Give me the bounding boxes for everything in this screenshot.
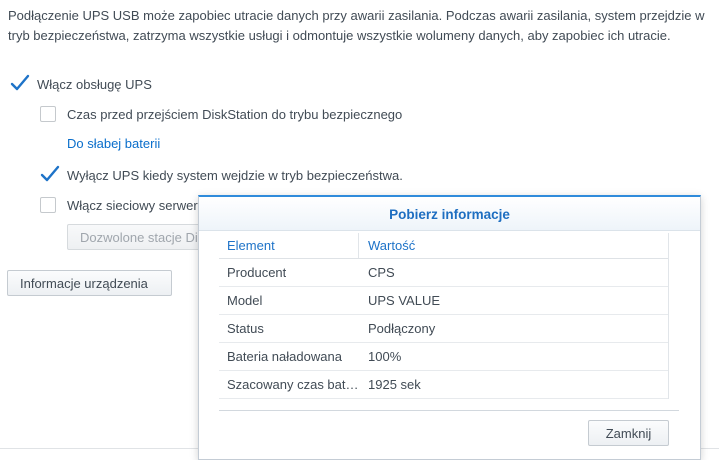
- column-header-element[interactable]: Element: [219, 233, 359, 258]
- row-value: Podłączony: [368, 321, 436, 336]
- shutdown-ups-checkbox[interactable]: [40, 165, 60, 183]
- time-before-safe-mode-option[interactable]: Czas przed przejściem DiskStation do try…: [40, 106, 402, 122]
- enable-ups-checkbox[interactable]: [10, 74, 30, 92]
- time-before-safe-mode-checkbox[interactable]: [40, 106, 56, 122]
- low-battery-link[interactable]: Do słabej baterii: [67, 136, 160, 151]
- dialog-title: Pobierz informacje: [199, 197, 700, 231]
- device-info-button[interactable]: Informacje urządzenia: [7, 270, 172, 296]
- row-value: 100%: [368, 349, 402, 364]
- ups-description: Podłączenie UPS USB może zapobiec utraci…: [8, 8, 705, 43]
- row-element: Bateria naładowana: [227, 349, 342, 364]
- checkmark-icon: [40, 165, 60, 182]
- table-row[interactable]: Bateria naładowana 100%: [219, 343, 668, 371]
- row-value: UPS VALUE: [368, 293, 441, 308]
- time-before-safe-mode-label: Czas przed przejściem DiskStation do try…: [67, 106, 403, 122]
- row-value: 1925 sek: [368, 377, 421, 392]
- table-row[interactable]: Producent CPS: [219, 259, 668, 287]
- row-element: Status: [227, 321, 264, 336]
- row-value: CPS: [368, 265, 395, 280]
- close-button[interactable]: Zamknij: [588, 420, 669, 446]
- row-element: Szacowany czas baterii: [227, 377, 359, 392]
- info-table: Element Wartość Producent CPS Model UPS …: [219, 233, 669, 399]
- get-info-dialog: Pobierz informacje Element Wartość Produ…: [198, 195, 701, 460]
- shutdown-ups-option[interactable]: Wyłącz UPS kiedy system wejdzie w tryb b…: [40, 165, 403, 183]
- table-row[interactable]: Szacowany czas baterii 1925 sek: [219, 371, 668, 399]
- table-row[interactable]: Model UPS VALUE: [219, 287, 668, 315]
- enable-ups-option[interactable]: Włącz obsługę UPS: [10, 74, 152, 92]
- dialog-footer-divider: [219, 410, 679, 411]
- table-row[interactable]: Status Podłączony: [219, 315, 668, 343]
- enable-ups-label: Włącz obsługę UPS: [37, 76, 152, 92]
- shutdown-ups-label: Wyłącz UPS kiedy system wejdzie w tryb b…: [67, 167, 403, 183]
- checkmark-icon: [10, 74, 30, 91]
- network-ups-server-checkbox[interactable]: [40, 197, 56, 213]
- row-element: Model: [227, 293, 263, 308]
- column-header-value[interactable]: Wartość: [359, 233, 668, 258]
- table-header: Element Wartość: [219, 233, 668, 259]
- row-element: Producent: [227, 265, 287, 280]
